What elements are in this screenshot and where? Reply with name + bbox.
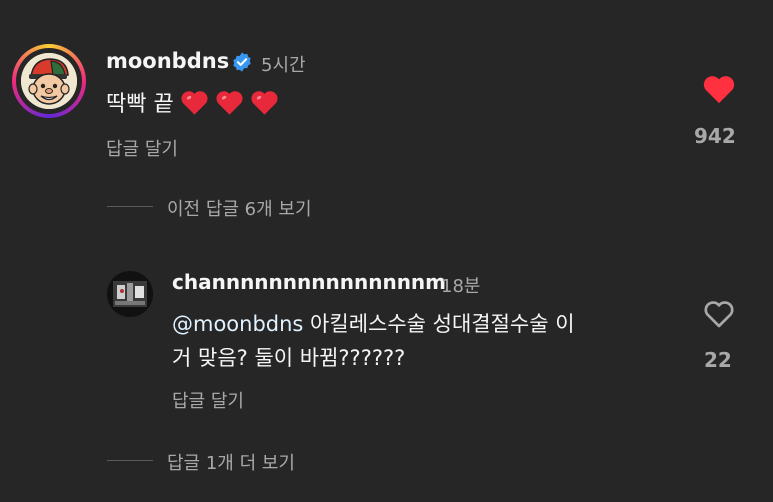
red-heart-emoji-icon <box>181 90 208 115</box>
reply-reply-button[interactable]: 답글 달기 <box>172 387 244 413</box>
like-count: 942 <box>694 124 736 148</box>
reply-time: 18분 <box>441 276 481 297</box>
reply-text-line2: 거 맞음? 둘이 바뀜?????? <box>172 346 406 370</box>
view-previous-replies-button[interactable]: 이전 답글 6개 보기 <box>167 195 312 221</box>
thread-divider <box>107 460 153 461</box>
reply-username[interactable]: channnnnnnnnnnnnnnm <box>172 270 446 294</box>
mention-link[interactable]: @moonbdns <box>172 312 303 336</box>
liked-heart-icon[interactable] <box>702 73 736 105</box>
reply-avatar[interactable] <box>107 271 153 317</box>
comment-username[interactable]: moonbdns <box>106 49 229 73</box>
verified-badge-icon <box>233 52 251 72</box>
reply-text-line1: 아킬레스수술 성대결절수술 이 <box>303 312 575 336</box>
cartoon-face-icon <box>21 53 77 109</box>
view-more-replies-button[interactable]: 답글 1개 더 보기 <box>167 449 295 475</box>
heart-outline-icon[interactable] <box>703 299 735 329</box>
reply-avatar-image-icon <box>107 271 153 317</box>
red-heart-emoji-icon <box>251 90 278 115</box>
reply-button[interactable]: 답글 달기 <box>106 135 178 161</box>
red-heart-emoji-icon <box>216 90 243 115</box>
comment-text: 딱빡 끝 <box>106 92 174 117</box>
avatar[interactable] <box>21 53 77 109</box>
reply-like-count: 22 <box>704 348 732 372</box>
comment-time: 5시간 <box>261 55 306 76</box>
thread-divider <box>107 206 153 207</box>
